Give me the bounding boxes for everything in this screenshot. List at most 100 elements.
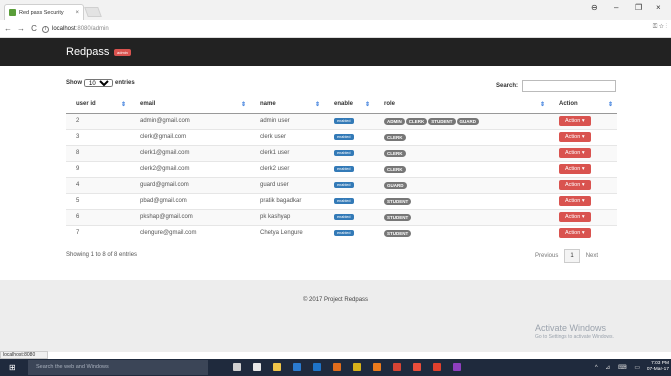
action-dropdown-button[interactable]: Action ▾: [559, 212, 591, 222]
cell-email: guard@gmail.com: [130, 176, 250, 193]
cell-enable: enabled: [324, 176, 374, 193]
close-window-button[interactable]: ×: [656, 3, 661, 12]
info-icon[interactable]: i: [42, 25, 49, 33]
taskbar-app-icon[interactable]: [273, 363, 281, 371]
search-input[interactable]: [522, 80, 617, 92]
new-tab-button[interactable]: [84, 7, 102, 17]
cell-action: Action ▾: [549, 208, 617, 225]
column-header-label: enable: [334, 101, 354, 108]
role-label: CLERK: [384, 165, 406, 173]
cell-enable: enabled: [324, 128, 374, 145]
action-dropdown-button[interactable]: Action ▾: [559, 148, 591, 158]
column-header[interactable]: user id ⇕: [66, 96, 130, 114]
sort-icon[interactable]: ⇕: [315, 101, 320, 108]
taskbar-app-icon[interactable]: [353, 363, 361, 371]
cell-role: CLERK: [374, 128, 549, 145]
taskbar-app-icon[interactable]: [233, 363, 241, 371]
search-label: Search:: [496, 83, 519, 89]
column-header-label: role: [384, 101, 396, 108]
page-footer: © 2017 Project Redpass Activate Windows …: [0, 280, 671, 352]
watermark-subtitle: Go to Settings to activate Windows.: [535, 334, 614, 340]
cell-email: admin@gmail.com: [130, 112, 250, 129]
cell-email: clengure@gmail.com: [130, 224, 250, 241]
column-header-label: name: [260, 101, 276, 108]
cell-enable: enabled: [324, 208, 374, 225]
action-dropdown-button[interactable]: Action ▾: [559, 132, 591, 142]
column-header[interactable]: Action ⇕: [549, 96, 617, 114]
sort-icon[interactable]: ⇕: [540, 101, 545, 108]
column-header[interactable]: name ⇕: [250, 96, 324, 114]
taskbar-app-icon[interactable]: [453, 363, 461, 371]
page-length-select[interactable]: 10: [84, 79, 113, 87]
table-row: 9 clerk2@gmail.com clerk2 user enabled CLERK…: [66, 160, 617, 177]
windows-start-icon[interactable]: ⊞: [9, 363, 16, 372]
taskbar-clock[interactable]: 7:03 PM 07-Mar-17: [647, 361, 669, 373]
action-dropdown-button[interactable]: Action ▾: [559, 196, 591, 206]
cell-action: Action ▾: [549, 128, 617, 145]
column-header-label: Action: [559, 101, 578, 108]
sort-icon[interactable]: ⇕: [121, 101, 126, 108]
address-bar-icons[interactable]: ⚿ ☆ ⋮: [653, 24, 667, 31]
enabled-label: enabled: [334, 182, 354, 188]
sort-icon[interactable]: ⇕: [608, 101, 613, 108]
column-header[interactable]: enable ⇕: [324, 96, 374, 114]
page-1-button[interactable]: 1: [564, 249, 580, 263]
back-button[interactable]: ←: [3, 24, 13, 33]
enabled-label: enabled: [334, 198, 354, 204]
taskbar-app-icon[interactable]: [393, 363, 401, 371]
cell-id: 8: [66, 144, 130, 161]
cell-enable: enabled: [324, 144, 374, 161]
enabled-label: enabled: [334, 150, 354, 156]
table-header-row: user id ⇕ email ⇕ name ⇕ enable ⇕ role ⇕ Action ⇕: [66, 96, 617, 114]
url-field[interactable]: i localhost:8080/admin: [42, 23, 622, 35]
enabled-label: enabled: [334, 230, 354, 237]
browser-tab[interactable]: Red pass Security ×: [4, 4, 84, 20]
taskbar-app-icon[interactable]: [333, 363, 341, 371]
brand-logo[interactable]: Redpass: [66, 46, 109, 58]
reload-button[interactable]: C: [29, 24, 39, 33]
cell-enable: enabled: [324, 224, 374, 241]
taskbar-app-icon[interactable]: [253, 363, 261, 371]
action-dropdown-button[interactable]: Action ▾: [559, 180, 591, 190]
system-tray-icons[interactable]: ^ ⊿ ⌨ ▭: [595, 364, 643, 371]
taskbar-search-input[interactable]: Search the web and Windows: [28, 360, 208, 375]
taskbar-app-icon[interactable]: [433, 363, 441, 371]
tab-close-icon[interactable]: ×: [75, 10, 79, 16]
previous-button[interactable]: Previous: [535, 253, 558, 259]
column-header-label: email: [140, 101, 156, 108]
forward-button[interactable]: →: [16, 24, 26, 33]
maximize-button[interactable]: ❐: [635, 3, 642, 12]
action-dropdown-button[interactable]: Action ▾: [559, 228, 591, 239]
cell-name: clerk user: [250, 128, 324, 145]
next-button[interactable]: Next: [586, 253, 598, 259]
taskbar-app-icon[interactable]: [373, 363, 381, 371]
table-row: 4 guard@gmail.com guard user enabled GUARD Ac…: [66, 176, 617, 193]
role-label: GUARD: [456, 117, 479, 125]
cell-role: STUDENT: [374, 192, 549, 209]
action-dropdown-button[interactable]: Action ▾: [559, 164, 591, 174]
taskbar-app-icon[interactable]: [293, 363, 301, 371]
role-label: STUDENT: [384, 197, 412, 205]
cell-role: STUDENT: [374, 224, 549, 241]
taskbar-app-icon[interactable]: [413, 363, 421, 371]
column-header[interactable]: role ⇕: [374, 96, 549, 114]
table-body: 2 admin@gmail.com admin user enabled ADMIN CL…: [66, 112, 617, 241]
enabled-label: enabled: [334, 134, 354, 140]
app-navbar: Redpass admin: [0, 38, 671, 66]
favicon-icon: [9, 9, 16, 16]
action-dropdown-button[interactable]: Action ▾: [559, 116, 591, 126]
cell-name: Chetya Lengure: [250, 224, 324, 241]
taskbar-app-icon[interactable]: [313, 363, 321, 371]
cell-name: pk kashyap: [250, 208, 324, 225]
enabled-label: enabled: [334, 166, 354, 172]
user-icon[interactable]: ⊖: [591, 3, 598, 12]
cell-name: admin user: [250, 112, 324, 129]
cell-role: CLERK: [374, 144, 549, 161]
sort-icon[interactable]: ⇕: [241, 101, 246, 108]
sort-icon[interactable]: ⇕: [365, 101, 370, 108]
column-header[interactable]: email ⇕: [130, 96, 250, 114]
cell-id: 2: [66, 112, 130, 129]
minimize-button[interactable]: –: [614, 3, 618, 12]
cell-role: STUDENT: [374, 208, 549, 225]
table-row: 7 clengure@gmail.com Chetya Lengure enabled…: [66, 224, 617, 241]
